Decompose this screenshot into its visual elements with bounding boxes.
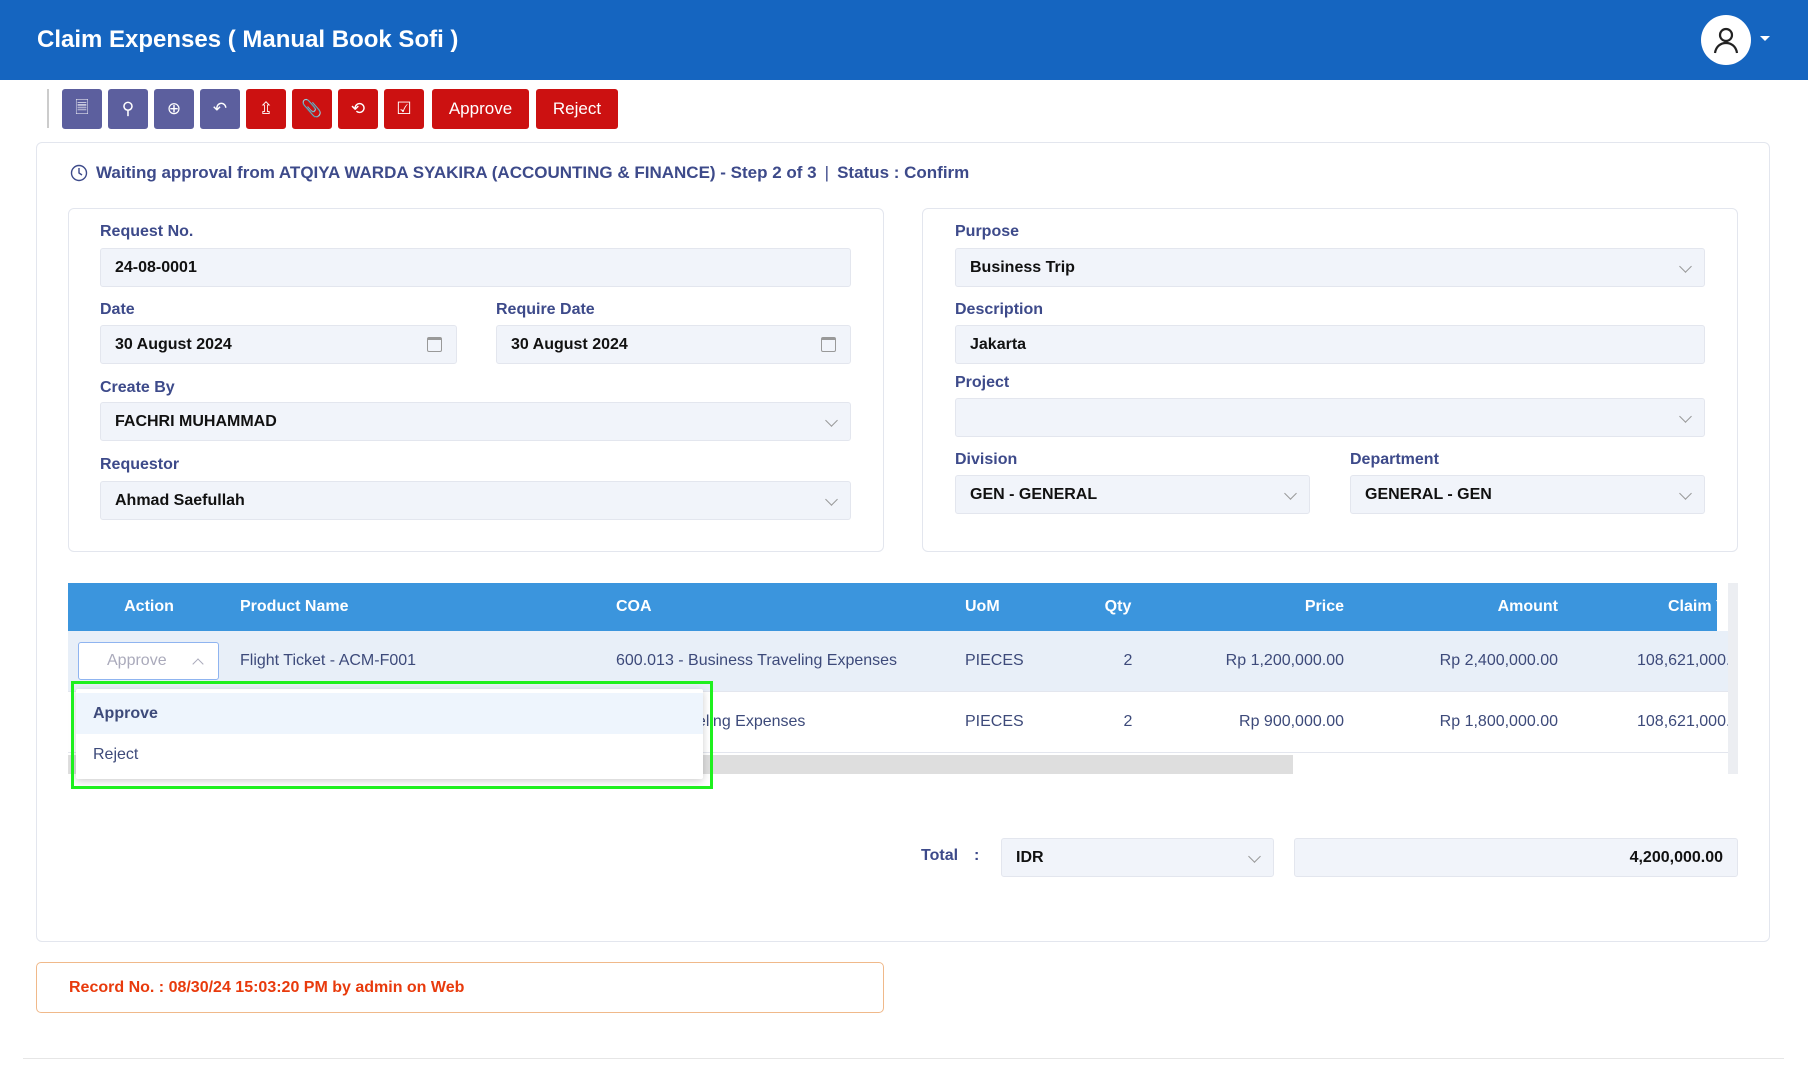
division-select[interactable]: GEN - GENERAL [955, 475, 1310, 514]
preview-button[interactable]: 🗏 [62, 89, 102, 129]
currency-value: IDR [1016, 848, 1044, 866]
check-button[interactable]: ☑ [384, 89, 424, 129]
create-by-label: Create By [100, 379, 175, 396]
chevron-down-icon [825, 493, 838, 506]
footer-divider [23, 1058, 1784, 1059]
user-menu-caret-icon[interactable] [1760, 36, 1770, 41]
add-button[interactable]: ⊕ [154, 89, 194, 129]
currency-select[interactable]: IDR [1001, 838, 1274, 877]
clock-icon [70, 164, 88, 182]
chevron-down-icon [825, 414, 838, 427]
cell-price: Rp 900,000.00 [1239, 713, 1344, 730]
attachment-icon: 📎 [301, 99, 323, 118]
upload-button[interactable]: ⇫ [246, 89, 286, 129]
department-select[interactable]: GENERAL - GEN [1350, 475, 1705, 514]
approval-status: Waiting approval from ATQIYA WARDA SYAKI… [70, 163, 969, 183]
waiting-text: Waiting approval from ATQIYA WARDA SYAKI… [96, 163, 817, 182]
requestor-label: Requestor [100, 456, 180, 473]
upload-icon: ⇫ [258, 99, 274, 118]
requestor-select[interactable]: Ahmad Saefullah [100, 481, 851, 520]
cell-qty: 2 [1123, 713, 1133, 730]
reject-button[interactable]: Reject [536, 89, 618, 129]
cell-claim: 108,621,000. [1637, 713, 1728, 730]
request-no-label: Request No. [100, 223, 194, 240]
require-date-value: 30 August 2024 [511, 335, 628, 353]
history-button[interactable]: ⟲ [338, 89, 378, 129]
project-select[interactable] [955, 398, 1705, 437]
search-icon: ⚲ [121, 99, 135, 118]
table-header: Action Product Name COA UoM Qty Price Am… [68, 583, 1717, 631]
chevron-down-icon [1284, 487, 1297, 500]
cell-price: Rp 1,200,000.00 [1225, 652, 1344, 669]
checkbox-icon: ☑ [396, 99, 412, 118]
highlight-box [71, 681, 713, 789]
date-value: 30 August 2024 [115, 335, 232, 353]
vertical-scrollbar[interactable] [1728, 583, 1738, 774]
division-label: Division [955, 451, 1018, 468]
total-amount: 4,200,000.00 [1294, 838, 1738, 877]
preview-icon: 🗏 [75, 97, 89, 117]
cell-coa: 600.013 - Business Traveling Expenses [616, 652, 898, 669]
search-button[interactable]: ⚲ [108, 89, 148, 129]
create-by-select[interactable]: FACHRI MUHAMMAD [100, 402, 851, 441]
project-label: Project [955, 374, 1010, 391]
calendar-icon[interactable] [821, 337, 836, 352]
undo-icon: ↶ [212, 99, 228, 118]
user-avatar[interactable] [1701, 15, 1751, 65]
action-select[interactable]: Approve [78, 642, 219, 680]
page-title: Claim Expenses ( Manual Book Sofi ) [37, 26, 459, 53]
history-icon: ⟲ [350, 99, 366, 118]
chevron-down-icon [1248, 850, 1261, 863]
create-by-value: FACHRI MUHAMMAD [115, 412, 277, 430]
calendar-icon[interactable] [427, 337, 442, 352]
cell-uom: PIECES [965, 713, 1024, 730]
approve-button[interactable]: Approve [432, 89, 529, 129]
undo-button[interactable]: ↶ [200, 89, 240, 129]
purpose-select[interactable]: Business Trip [955, 248, 1705, 287]
col-amount: Amount [1497, 598, 1558, 615]
requestor-value: Ahmad Saefullah [115, 491, 245, 509]
cell-amount: Rp 2,400,000.00 [1439, 652, 1558, 669]
description-label: Description [955, 301, 1044, 318]
purpose-label: Purpose [955, 223, 1020, 240]
separator: | [824, 163, 830, 182]
total-colon: : [974, 847, 980, 864]
cell-qty: 2 [1123, 652, 1133, 669]
request-no-input[interactable]: 24-08-0001 [100, 248, 851, 287]
chevron-down-icon [1679, 260, 1692, 273]
purpose-value: Business Trip [970, 258, 1075, 276]
col-qty: Qty [1104, 598, 1132, 615]
col-uom: UoM [965, 598, 1000, 615]
require-date-label: Require Date [496, 301, 595, 318]
date-label: Date [100, 301, 135, 318]
cell-product: Flight Ticket - ACM-F001 [240, 652, 417, 669]
col-product: Product Name [240, 598, 349, 615]
col-action: Action [124, 598, 174, 615]
add-icon: ⊕ [166, 99, 182, 118]
record-info: Record No. : 08/30/24 15:03:20 PM by adm… [36, 962, 884, 1013]
chevron-down-icon [1679, 410, 1692, 423]
status-text: Status : Confirm [837, 163, 970, 182]
department-label: Department [1350, 451, 1439, 468]
chevron-down-icon [1679, 487, 1692, 500]
total-label: Total [921, 847, 959, 864]
require-date-input[interactable]: 30 August 2024 [496, 325, 851, 364]
col-claim: Claim Y [1668, 598, 1717, 615]
department-value: GENERAL - GEN [1365, 485, 1492, 503]
division-value: GEN - GENERAL [970, 485, 1098, 503]
action-select-value: Approve [107, 652, 167, 669]
date-input[interactable]: 30 August 2024 [100, 325, 457, 364]
cell-claim: 108,621,000. [1637, 652, 1728, 669]
attachment-button[interactable]: 📎 [292, 89, 332, 129]
description-input[interactable]: Jakarta [955, 325, 1705, 364]
cell-uom: PIECES [965, 652, 1024, 669]
chevron-up-icon [192, 658, 204, 670]
col-price: Price [1304, 598, 1344, 615]
col-coa: COA [616, 598, 652, 615]
toolbar-divider [47, 89, 49, 128]
cell-amount: Rp 1,800,000.00 [1439, 713, 1558, 730]
user-icon [1713, 27, 1739, 54]
